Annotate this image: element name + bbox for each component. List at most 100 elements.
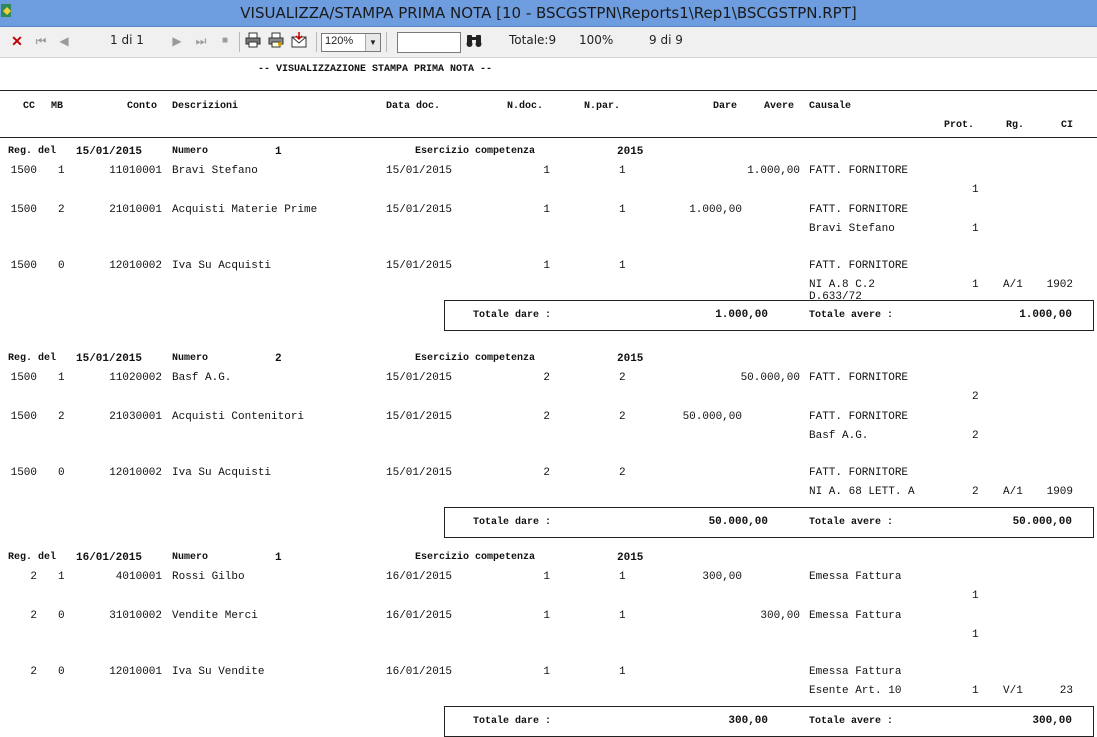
totale-dare-value: 1.000,00 (715, 309, 768, 321)
totale-avere-value: 50.000,00 (1012, 516, 1072, 528)
col-cc: CC (23, 101, 36, 112)
totale-avere-value: 1.000,00 (1019, 309, 1072, 321)
cell-prot: 1 (972, 629, 979, 641)
prev-page-icon[interactable]: ◀ (55, 32, 73, 50)
print-icon[interactable] (245, 32, 263, 50)
cell-data-doc: 15/01/2015 (386, 204, 453, 216)
cell-descrizione: Vendite Merci (172, 610, 258, 622)
reg-date: 16/01/2015 (76, 552, 143, 564)
col-n-par: N.par. (584, 101, 621, 112)
report-heading: -- VISUALIZZAZIONE STAMPA PRIMA NOTA -- (258, 64, 493, 75)
totale-dare-label: Totale dare : (473, 716, 552, 727)
cell-conto: 11010001 (109, 165, 162, 177)
cell-conto: 12010002 (109, 467, 162, 479)
cell-cc: 1500 (10, 165, 37, 177)
cell-causale-detail: NI A. 68 LETT. A (809, 486, 915, 498)
cell-ci: 1909 (1046, 486, 1073, 498)
reg-numero: 1 (275, 552, 282, 564)
cell-cc: 1500 (10, 411, 37, 423)
totale-dare-label: Totale dare : (473, 310, 552, 321)
cell-prot: 1 (972, 279, 979, 291)
totale-dare-value: 300,00 (728, 715, 768, 727)
toolbar: ✕ ⏮ ◀ 1 di 1 ▶ ⏭ ■ 120% ▼ Totale:9 100% … (0, 27, 1097, 58)
cell-n-doc: 1 (543, 666, 550, 678)
cell-prot: 2 (972, 391, 979, 403)
cell-data-doc: 15/01/2015 (386, 372, 453, 384)
cell-ci: 1902 (1046, 279, 1073, 291)
cell-descrizione: Bravi Stefano (172, 165, 258, 177)
totale-avere-label: Totale avere : (809, 310, 894, 321)
cell-mb: 0 (58, 666, 65, 678)
header-divider (0, 137, 1097, 138)
cell-conto: 21030001 (109, 411, 162, 423)
cell-descrizione: Acquisti Materie Prime (172, 204, 318, 216)
cell-conto: 21010001 (109, 204, 162, 216)
cell-prot: 1 (972, 685, 979, 697)
cell-n-doc: 2 (543, 411, 550, 423)
totale-avere-label: Totale avere : (809, 716, 894, 727)
cell-causale: FATT. FORNITORE (809, 411, 909, 423)
cell-n-doc: 2 (543, 467, 550, 479)
cell-dare: 300,00 (702, 571, 742, 583)
cell-dare: 1.000,00 (689, 204, 742, 216)
last-page-icon[interactable]: ⏭ (192, 32, 210, 50)
cell-n-par: 1 (619, 260, 626, 272)
reg-numero: 2 (275, 353, 282, 365)
cell-ci: 23 (1059, 685, 1073, 697)
cell-causale: FATT. FORNITORE (809, 165, 909, 177)
cell-prot: 1 (972, 184, 979, 196)
col-conto: Conto (127, 101, 158, 112)
cell-data-doc: 15/01/2015 (386, 260, 453, 272)
cell-n-doc: 2 (543, 372, 550, 384)
totale-avere-value: 300,00 (1032, 715, 1072, 727)
close-icon[interactable]: ✕ (8, 32, 26, 50)
cell-mb: 0 (58, 260, 65, 272)
chevron-down-icon[interactable]: ▼ (365, 34, 380, 51)
cell-causale: Emessa Fattura (809, 571, 902, 583)
zoom-select[interactable]: 120% ▼ (321, 33, 381, 52)
cell-rg: A/1 (1003, 279, 1023, 291)
cell-cc: 1500 (10, 260, 37, 272)
reg-numero-label: Numero (172, 353, 209, 364)
reg-numero-label: Numero (172, 552, 209, 563)
next-page-icon[interactable]: ▶ (168, 32, 186, 50)
cell-descrizione: Basf A.G. (172, 372, 232, 384)
stop-icon[interactable]: ■ (216, 32, 234, 50)
col-descrizioni: Descrizioni (172, 101, 239, 112)
col-rg: Rg. (1006, 120, 1025, 131)
cell-n-par: 1 (619, 666, 626, 678)
page-indicator: 1 di 1 (110, 33, 144, 47)
cell-avere: 1.000,00 (747, 165, 800, 177)
reg-numero-label: Numero (172, 146, 209, 157)
reg-esercizio-label: Esercizio competenza (415, 353, 536, 364)
cell-data-doc: 15/01/2015 (386, 411, 453, 423)
col-data-doc: Data doc. (386, 101, 441, 112)
report-page: -- VISUALIZZAZIONE STAMPA PRIMA NOTA -- … (0, 58, 1097, 737)
total-records: Totale:9 (509, 33, 557, 47)
totale-avere-label: Totale avere : (809, 517, 894, 528)
export-icon[interactable] (291, 32, 309, 50)
cell-conto: 4010001 (115, 571, 162, 583)
cell-cc: 2 (30, 571, 37, 583)
cell-causale: FATT. FORNITORE (809, 260, 909, 272)
cell-n-doc: 1 (543, 260, 550, 272)
cell-prot: 1 (972, 590, 979, 602)
search-input[interactable] (397, 32, 461, 53)
first-page-icon[interactable]: ⏮ (32, 32, 50, 50)
cell-cc: 1500 (10, 467, 37, 479)
cell-prot: 1 (972, 223, 979, 235)
cell-mb: 1 (58, 571, 65, 583)
binoculars-icon[interactable] (465, 32, 483, 50)
print-setup-icon[interactable] (268, 32, 286, 50)
cell-n-par: 2 (619, 411, 626, 423)
cell-rg: V/1 (1003, 685, 1023, 697)
cell-causale-detail: Bravi Stefano (809, 223, 895, 235)
cell-descrizione: Iva Su Acquisti (172, 467, 272, 479)
cell-causale: FATT. FORNITORE (809, 204, 909, 216)
cell-causale-detail: Esente Art. 10 (809, 685, 902, 697)
cell-n-doc: 1 (543, 571, 550, 583)
cell-rg: A/1 (1003, 486, 1023, 498)
reg-label: Reg. del (8, 353, 57, 364)
reg-date: 15/01/2015 (76, 146, 143, 158)
col-prot: Prot. (944, 120, 975, 131)
